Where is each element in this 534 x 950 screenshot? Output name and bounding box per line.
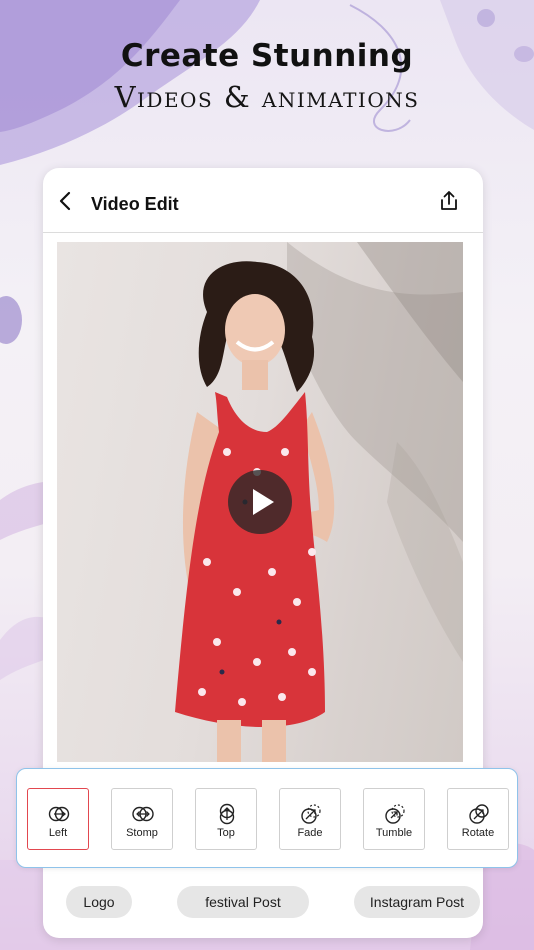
animation-label: Tumble [375,827,413,839]
chevron-left-icon[interactable] [55,190,77,212]
tumble-icon [385,804,405,824]
template-chip-festival-post[interactable]: festival Post [177,886,309,918]
promo-headline: Create Stunning [120,38,414,74]
share-icon[interactable] [437,189,461,213]
fade-icon [301,804,321,824]
animation-stomp-button[interactable]: Stomp [111,788,173,850]
animation-label: Stomp [126,827,158,839]
slide-top-icon [219,803,235,825]
template-chip-instagram-post[interactable]: Instagram Post [354,886,480,918]
animation-fade-button[interactable]: Fade [279,788,341,850]
slide-left-icon [48,806,70,822]
animation-tumble-button[interactable]: Tumble [363,788,425,850]
animation-label: Fade [297,827,323,839]
app-bar: Video Edit [43,168,483,233]
template-chip-logo[interactable]: Logo [66,886,132,918]
animation-label: Rotate [461,827,495,839]
rotate-icon [469,804,489,824]
animation-label: Top [217,827,235,839]
video-preview[interactable] [57,242,463,762]
page-title: Video Edit [91,194,179,214]
animation-panel: Left Stomp Top Fade Tumble Rotate [16,768,518,868]
animation-left-button[interactable]: Left [27,788,89,850]
play-icon [253,489,274,515]
animation-label: Left [48,827,68,839]
play-button[interactable] [228,470,292,534]
animation-top-button[interactable]: Top [195,788,257,850]
stomp-icon [132,806,154,822]
promo-subline: Videos & animations [114,80,420,114]
animation-rotate-button[interactable]: Rotate [447,788,509,850]
